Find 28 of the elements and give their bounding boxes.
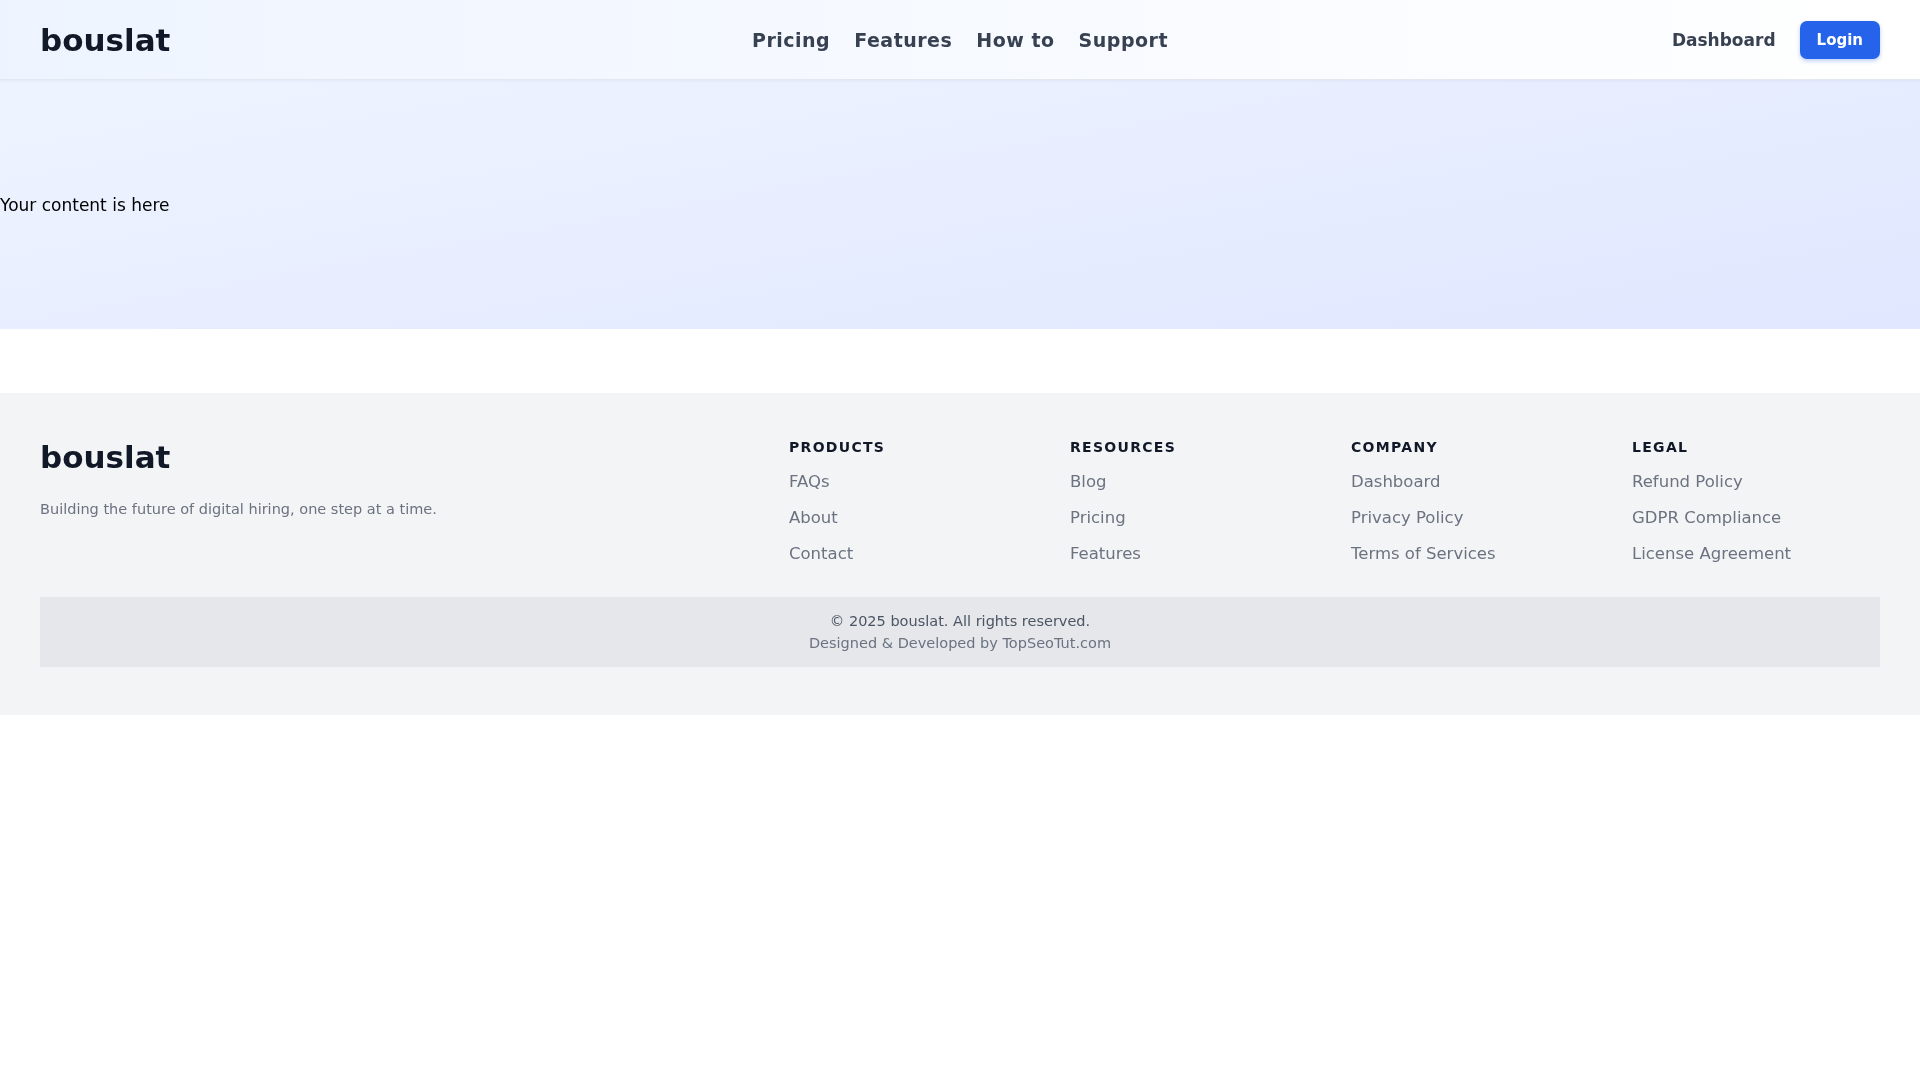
footer-tagline: Building the future of digital hiring, one step at a time. <box>40 501 438 517</box>
column-heading: LEGAL <box>1632 439 1689 455</box>
dashboard-link[interactable]: Dashboard <box>1671 29 1776 50</box>
footer-link[interactable]: Terms of Services <box>1351 544 1496 563</box>
nav-link[interactable]: Support <box>1078 28 1168 51</box>
copyright-text: © 2025 bouslat. All rights reserved. <box>829 613 1091 629</box>
brand-logo[interactable]: bouslat <box>40 21 171 58</box>
hero-text: Your content is here <box>0 194 170 215</box>
credit-text: Designed & Developed by TopSeoTut.com <box>808 635 1112 651</box>
footer-link[interactable]: License Agreement <box>1632 544 1792 563</box>
footer-link[interactable]: Contact <box>789 544 854 563</box>
footer-link[interactable]: Pricing <box>1070 508 1126 527</box>
footer-logo: bouslat <box>40 439 172 475</box>
footer-link[interactable]: Features <box>1070 544 1141 563</box>
footer-link[interactable]: Privacy Policy <box>1351 508 1464 527</box>
footer-link[interactable]: GDPR Compliance <box>1632 508 1782 527</box>
column-heading: PRODUCTS <box>789 439 886 455</box>
nav-link[interactable]: Pricing <box>752 28 831 51</box>
footer-link[interactable]: Refund Policy <box>1632 472 1743 491</box>
nav-link[interactable]: Features <box>854 28 953 51</box>
column-heading: COMPANY <box>1351 439 1438 455</box>
footer-link[interactable]: Blog <box>1070 472 1107 491</box>
login-button[interactable]: Login <box>1799 20 1880 59</box>
footer-link[interactable]: FAQs <box>789 472 830 491</box>
footer-link[interactable]: About <box>789 508 838 527</box>
footer-link[interactable]: Dashboard <box>1351 472 1441 491</box>
column-heading: RESOURCES <box>1070 439 1177 455</box>
nav-link[interactable]: How to <box>976 28 1055 51</box>
